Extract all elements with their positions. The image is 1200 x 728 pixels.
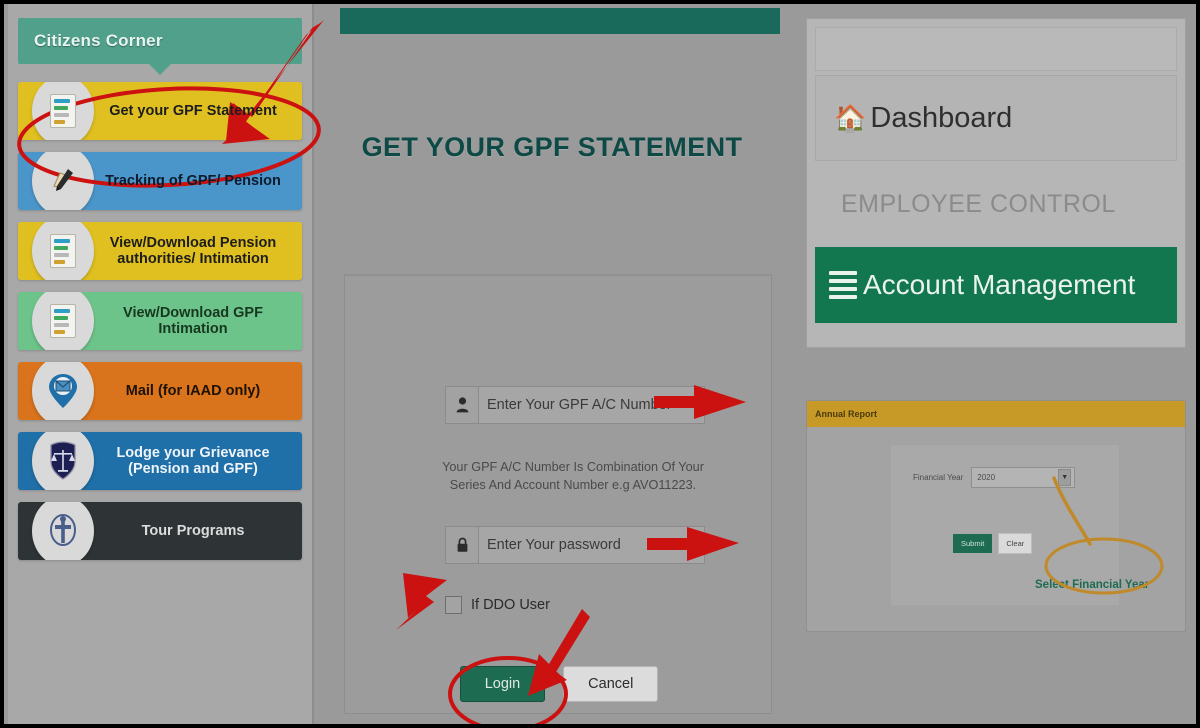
nav-section-label: EMPLOYEE CONTROL — [841, 189, 1116, 218]
sidebar-item-mail-iaad[interactable]: Mail (for IAAD only) — [18, 362, 302, 420]
caret-down-icon — [149, 64, 171, 75]
gpf-account-input[interactable] — [479, 387, 704, 423]
app-screenshot: Citizens Corner Get your GPF Statement T… — [0, 0, 1200, 728]
password-input[interactable] — [479, 527, 704, 563]
lock-icon — [446, 527, 479, 563]
hamburger-icon — [829, 267, 857, 303]
document-icon — [32, 292, 94, 350]
sidebar-item-view-download-gpf-intimation[interactable]: View/Download GPF Intimation — [18, 292, 302, 350]
sidebar-item-lodge-grievance[interactable]: Lodge your Grievance (Pension and GPF) — [18, 432, 302, 490]
sidebar-item-get-gpf-statement[interactable]: Get your GPF Statement — [18, 82, 302, 140]
clear-button[interactable]: Clear — [998, 533, 1033, 554]
nav-item-dashboard[interactable]: 🏠 Dashboard — [815, 75, 1177, 161]
sidebar-item-label: View/Download GPF Intimation — [123, 304, 263, 337]
navigation-card: 🏠 Dashboard EMPLOYEE CONTROL Account Man… — [806, 18, 1186, 348]
sidebar-item-label: Lodge your Grievance (Pension and GPF) — [116, 444, 270, 477]
sidebar-item-label: Tracking of GPF/ Pension — [105, 172, 281, 189]
cancel-button[interactable]: Cancel — [563, 666, 659, 702]
annual-report-body: Financial Year 2020 ▼ Submit Clear Selec… — [807, 427, 1185, 631]
sidebar-item-label: Get your GPF Statement — [109, 102, 277, 119]
nav-item-account-management[interactable]: Account Management — [815, 247, 1177, 323]
select-financial-year-annotation: Select Financial Year — [1035, 579, 1150, 591]
document-icon — [32, 222, 94, 280]
sidebar-item-view-download-pension[interactable]: View/Download Pension authorities/ Intim… — [18, 222, 302, 280]
sidebar-menu: Get your GPF Statement Tracking of GPF/ … — [18, 82, 302, 560]
nav-blank-row — [815, 27, 1177, 71]
annual-report-card: Annual Report Financial Year 2020 ▼ Subm… — [806, 400, 1186, 632]
home-icon: 🏠 — [834, 103, 867, 133]
citizens-corner-title: Citizens Corner — [34, 31, 163, 50]
financial-year-select[interactable]: 2020 ▼ — [971, 467, 1076, 488]
annual-report-header: Annual Report — [807, 401, 1185, 427]
sidebar-item-label: Mail (for IAAD only) — [125, 382, 261, 399]
citizens-corner-sidebar: Citizens Corner Get your GPF Statement T… — [8, 4, 314, 724]
nav-item-label: Account Management — [863, 269, 1136, 300]
justice-shield-icon — [32, 432, 94, 490]
form-button-row: Login Cancel — [345, 666, 773, 702]
ddo-user-checkbox[interactable] — [445, 596, 462, 614]
sidebar-item-tracking-gpf-pension[interactable]: Tracking of GPF/ Pension — [18, 152, 302, 210]
right-panel: 🏠 Dashboard EMPLOYEE CONTROL Account Man… — [788, 4, 1196, 724]
financial-year-value: 2020 — [977, 473, 996, 482]
sidebar-item-label: Tour Programs — [141, 522, 245, 539]
sidebar-item-label: View/Download Pension authorities/ Intim… — [109, 234, 277, 267]
top-green-bar — [340, 8, 780, 34]
mail-pin-icon — [32, 362, 94, 420]
financial-year-row: Financial Year 2020 ▼ — [913, 467, 1076, 488]
citizens-corner-header: Citizens Corner — [18, 18, 302, 75]
hand-write-icon — [32, 152, 94, 210]
page-title: GET YOUR GPF STATEMENT — [361, 132, 743, 162]
document-icon — [32, 82, 94, 140]
submit-button[interactable]: Submit — [953, 534, 993, 553]
sidebar-item-tour-programs[interactable]: Tour Programs — [18, 502, 302, 560]
chevron-down-icon[interactable]: ▼ — [1058, 469, 1072, 486]
login-form-panel: Your GPF A/C Number Is Combination Of Yo… — [344, 274, 772, 714]
nav-section-employee-control: EMPLOYEE CONTROL — [815, 161, 1177, 247]
user-icon — [446, 387, 479, 423]
password-field-row[interactable] — [445, 526, 705, 564]
annual-report-button-row: Submit Clear — [953, 533, 1033, 554]
emblem-icon — [32, 502, 94, 560]
gpf-account-hint: Your GPF A/C Number Is Combination Of Yo… — [442, 460, 704, 493]
annual-report-title: Annual Report — [815, 409, 877, 419]
financial-year-label: Financial Year — [913, 473, 964, 482]
gpf-account-field-row[interactable] — [445, 386, 705, 424]
ddo-user-label: If DDO User — [471, 597, 550, 613]
nav-item-label: Dashboard — [870, 101, 1013, 134]
main-content: GET YOUR GPF STATEMENT Your GPF A/C Numb… — [316, 4, 788, 724]
ddo-user-checkbox-row[interactable]: If DDO User — [445, 596, 550, 614]
login-button[interactable]: Login — [459, 666, 546, 702]
